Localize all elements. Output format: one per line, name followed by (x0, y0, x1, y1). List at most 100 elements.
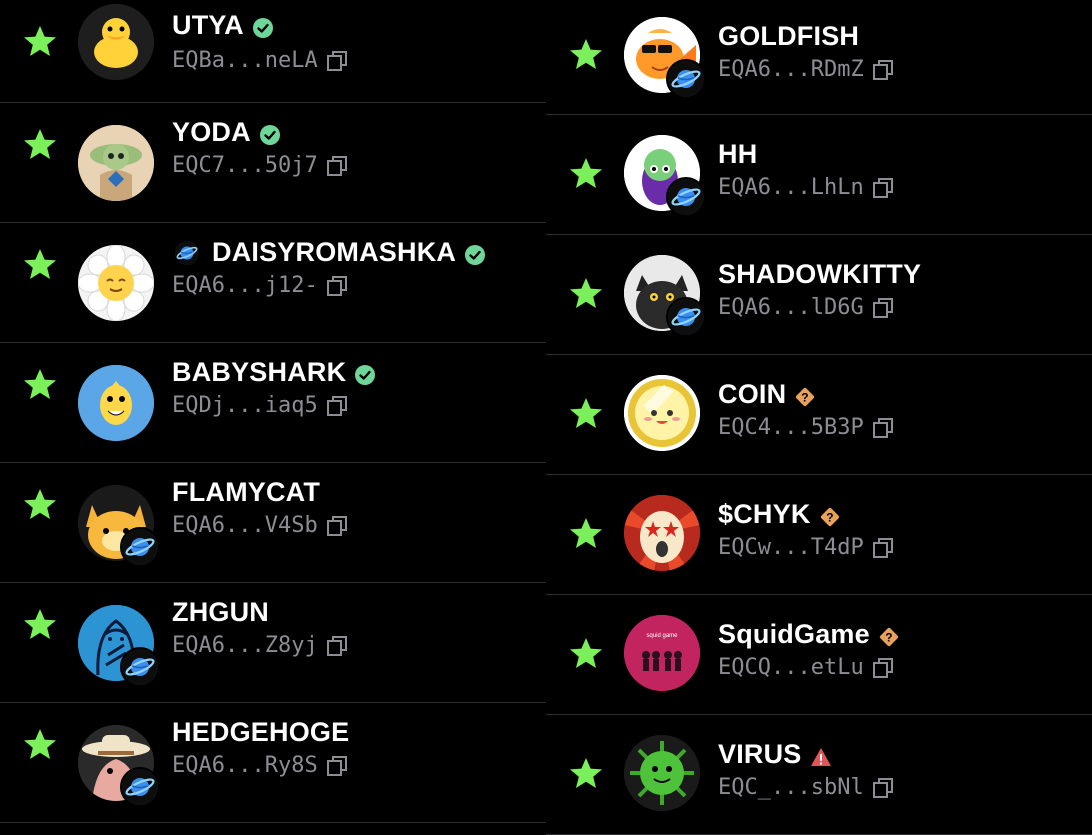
copy-icon[interactable] (872, 177, 894, 199)
planet-icon (120, 767, 160, 807)
planet-icon (120, 647, 160, 687)
token-row[interactable]: DAISYROMASHKA EQA6...j12- (0, 223, 546, 343)
token-name-text: HEDGEHOGE (172, 717, 350, 747)
token-row[interactable]: UTYA EQBa...neLA (0, 0, 546, 103)
token-address: EQA6...lD6G (718, 295, 894, 320)
token-name-text: ZHGUN (172, 597, 269, 627)
copy-icon[interactable] (872, 657, 894, 679)
token-row[interactable]: VIRUS EQC_...sbNl (546, 715, 1092, 835)
copy-icon[interactable] (872, 297, 894, 319)
star-icon[interactable] (22, 127, 58, 163)
token-name-text: SquidGame (718, 619, 870, 649)
copy-icon[interactable] (872, 537, 894, 559)
token-name-text: UTYA (172, 10, 244, 40)
token-address: EQBa...neLA (172, 48, 348, 73)
copy-icon[interactable] (326, 635, 348, 657)
token-address-text: EQA6...V4Sb (172, 513, 318, 538)
token-name-text: BABYSHARK (172, 357, 347, 387)
star-icon[interactable] (22, 24, 58, 60)
copy-icon[interactable] (326, 395, 348, 417)
token-address: EQA6...V4Sb (172, 513, 348, 538)
star-icon[interactable] (22, 607, 58, 643)
token-name: ZHGUN (172, 597, 269, 628)
duck-avatar (78, 4, 154, 80)
token-list-left: UTYA EQBa...neLA YODA EQC7...50j7 DAISYROMAS… (0, 0, 546, 823)
token-name-text: DAISYROMASHKA (212, 237, 457, 267)
token-row[interactable]: HH EQA6...LhLn (546, 115, 1092, 235)
token-address-text: EQC_...sbNl (718, 775, 864, 800)
verified-icon (354, 362, 376, 385)
token-row[interactable]: YODA EQC7...50j7 (0, 103, 546, 223)
star-icon[interactable] (568, 636, 604, 672)
virus-avatar (624, 735, 700, 811)
token-name-text: $CHYK (718, 499, 811, 529)
token-address: EQA6...Z8yj (172, 633, 348, 658)
chyk-avatar (624, 495, 700, 571)
token-name: HH (718, 139, 757, 170)
token-name: HEDGEHOGE (172, 717, 349, 748)
copy-icon[interactable] (872, 777, 894, 799)
planet-icon (172, 240, 204, 266)
unverified-icon: ? (794, 384, 816, 406)
token-address: EQCQ...etLu (718, 655, 894, 680)
star-icon[interactable] (22, 247, 58, 283)
token-row[interactable]: COIN? EQC4...5B3P (546, 355, 1092, 475)
token-name: BABYSHARK (172, 357, 376, 388)
daisy-avatar (78, 245, 154, 321)
token-row[interactable]: BABYSHARK EQDj...iaq5 (0, 343, 546, 463)
star-icon[interactable] (568, 516, 604, 552)
svg-text:?: ? (885, 630, 893, 644)
planet-icon (120, 527, 160, 567)
planet-icon (666, 297, 706, 337)
token-row[interactable]: $CHYK? EQCw...T4dP (546, 475, 1092, 595)
token-row[interactable]: HEDGEHOGE EQA6...Ry8S (0, 703, 546, 823)
coin-avatar (624, 375, 700, 451)
yoda-avatar (78, 125, 154, 201)
token-row[interactable]: ZHGUN EQA6...Z8yj (0, 583, 546, 703)
copy-icon[interactable] (326, 50, 348, 72)
copy-icon[interactable] (326, 755, 348, 777)
token-name-text: SHADOWKITTY (718, 259, 922, 289)
token-name: COIN? (718, 379, 816, 410)
token-address-text: EQA6...Ry8S (172, 753, 318, 778)
copy-icon[interactable] (872, 59, 894, 81)
token-name: GOLDFISH (718, 21, 859, 52)
token-address-text: EQBa...neLA (172, 48, 318, 73)
token-address: EQC7...50j7 (172, 153, 348, 178)
verified-icon (252, 15, 274, 38)
token-list-right: GOLDFISH EQA6...RDmZ HH EQA6...LhLn SHADOWKI… (546, 0, 1092, 835)
star-icon[interactable] (568, 756, 604, 792)
token-row[interactable]: GOLDFISH EQA6...RDmZ (546, 0, 1092, 115)
token-name: SHADOWKITTY (718, 259, 921, 290)
star-icon[interactable] (568, 276, 604, 312)
token-row[interactable]: squid game SquidGame? EQCQ...etLu (546, 595, 1092, 715)
token-name: YODA (172, 117, 281, 148)
copy-icon[interactable] (326, 515, 348, 537)
token-address: EQA6...j12- (172, 273, 348, 298)
star-icon[interactable] (568, 156, 604, 192)
star-icon[interactable] (22, 367, 58, 403)
squid-avatar: squid game (624, 615, 700, 691)
token-name-text: YODA (172, 117, 251, 147)
copy-icon[interactable] (326, 155, 348, 177)
token-address-text: EQA6...Z8yj (172, 633, 318, 658)
star-icon[interactable] (22, 727, 58, 763)
token-name-text: COIN (718, 379, 787, 409)
shark-avatar (78, 365, 154, 441)
star-icon[interactable] (22, 487, 58, 523)
star-icon[interactable] (568, 37, 604, 73)
copy-icon[interactable] (326, 275, 348, 297)
token-name: FLAMYCAT (172, 477, 320, 508)
token-address-text: EQCQ...etLu (718, 655, 864, 680)
planet-icon (666, 59, 706, 99)
verified-icon (464, 242, 486, 265)
star-icon[interactable] (568, 396, 604, 432)
svg-text:squid game: squid game (646, 633, 678, 639)
copy-icon[interactable] (872, 417, 894, 439)
token-address-text: EQA6...LhLn (718, 175, 864, 200)
token-name-text: VIRUS (718, 739, 802, 769)
svg-text:?: ? (802, 390, 810, 404)
token-row[interactable]: SHADOWKITTY EQA6...lD6G (546, 235, 1092, 355)
token-name: $CHYK? (718, 499, 841, 530)
token-row[interactable]: FLAMYCAT EQA6...V4Sb (0, 463, 546, 583)
